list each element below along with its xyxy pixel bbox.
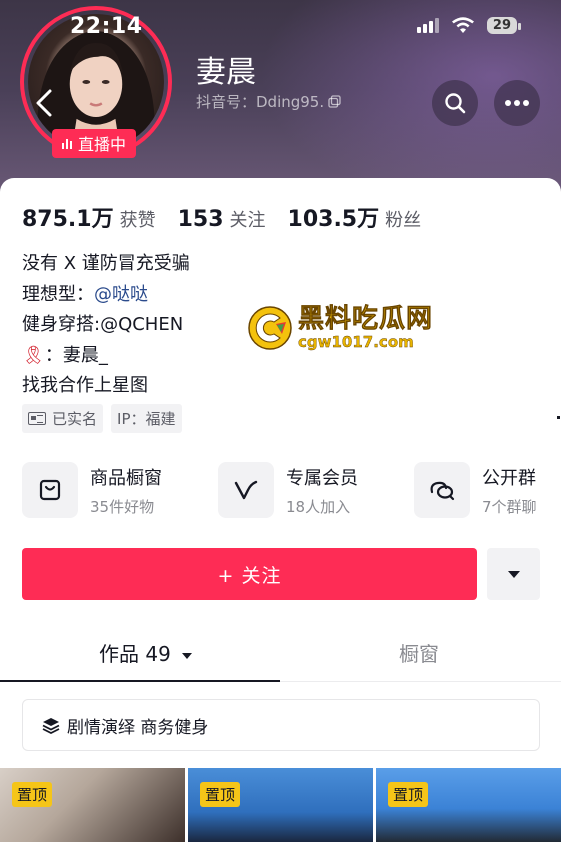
more-dots-icon: [505, 100, 529, 106]
video-thumbnail[interactable]: 置顶: [188, 768, 373, 842]
chat-bubbles-icon: [430, 481, 455, 501]
feature-entries: 商品橱窗 35件好物 专属会员 18人加入 公开群 7个群聊: [22, 462, 561, 518]
live-bars-icon: [62, 137, 72, 149]
douyin-id-text: 抖音号：Dding95.: [196, 93, 325, 111]
tab-works-label: 作品 49: [99, 642, 171, 666]
feature-shop-window[interactable]: 商品橱窗 35件好物: [22, 462, 218, 518]
followers-count[interactable]: 103.5万: [288, 201, 380, 233]
followers-label[interactable]: 粉丝: [385, 206, 421, 232]
active-tab-indicator: [0, 680, 280, 682]
wifi-icon: [451, 17, 474, 33]
following-label[interactable]: 关注: [230, 206, 266, 232]
follow-button[interactable]: + 关注: [22, 548, 477, 600]
follow-options-button[interactable]: [487, 548, 540, 600]
collection-bar[interactable]: 剧情演绎 商务健身: [22, 699, 540, 751]
ip-tag-label: IP：福建: [117, 410, 176, 428]
feature-membership-sub: 18人加入: [286, 497, 351, 516]
live-badge-label: 直播中: [78, 135, 127, 154]
more-button[interactable]: [494, 80, 540, 126]
profile-tags: 已实名 IP：福建: [22, 404, 182, 433]
feature-membership[interactable]: 专属会员 18人加入: [218, 462, 414, 518]
battery-indicator: 29: [486, 16, 522, 34]
status-time: 22:14: [70, 14, 143, 39]
star-map-link[interactable]: 找我合作上星图: [22, 371, 148, 397]
site-watermark: 黑料吃瓜网 cgw1017.com: [246, 304, 433, 352]
edge-dot: [557, 416, 560, 419]
collection-label: 剧情演绎 商务健身: [67, 717, 209, 738]
ip-tag: IP：福建: [111, 404, 182, 433]
profile-name: 妻晨: [196, 55, 256, 90]
stats-row: 875.1万 获赞 153 关注 103.5万 粉丝: [22, 201, 443, 233]
watermark-logo-icon: [248, 306, 292, 350]
bio-line-2: 理想型：@哒哒: [22, 280, 148, 306]
live-badge[interactable]: 直播中: [52, 129, 137, 158]
pinned-badge: 置顶: [12, 782, 53, 807]
following-count[interactable]: 153: [178, 207, 224, 232]
status-bar-right: 29: [416, 16, 522, 34]
video-thumbnail[interactable]: 置顶: [0, 768, 185, 842]
bio-line-3: 健身穿搭:@QCHEN: [22, 314, 184, 335]
shopping-bag-icon: [39, 479, 61, 501]
bio-line-1: 没有 X 谨防冒充受骗: [22, 253, 190, 274]
video-thumbnail[interactable]: 置顶: [376, 768, 561, 842]
content-tabs: 作品 49 橱窗: [0, 630, 561, 682]
verified-tag-label: 已实名: [52, 410, 98, 428]
triangle-down-icon: [507, 570, 520, 578]
feature-shop-title: 商品橱窗: [90, 467, 162, 489]
video-grid: 置顶 置顶 置顶: [0, 768, 561, 842]
feature-public-group[interactable]: 公开群 7个群聊: [414, 462, 561, 518]
tab-works[interactable]: 作品 49: [99, 638, 193, 667]
search-icon: [445, 93, 466, 114]
tab-window[interactable]: 橱窗: [399, 638, 439, 667]
feature-membership-title: 专属会员: [286, 467, 358, 489]
search-button[interactable]: [432, 80, 478, 126]
bio-line-4-text: ：妻晨_: [44, 345, 108, 366]
feature-group-sub: 7个群聊: [482, 497, 537, 516]
id-card-icon: [28, 412, 46, 425]
watermark-title: 黑料吃瓜网: [298, 304, 434, 334]
likes-label[interactable]: 获赞: [120, 206, 156, 232]
bio-line-4: 🎗：妻晨_: [22, 341, 108, 367]
copy-icon: [328, 95, 341, 108]
back-arrow-icon[interactable]: [30, 86, 60, 120]
verified-tag[interactable]: 已实名: [22, 404, 104, 433]
feature-group-title: 公开群: [482, 467, 536, 489]
watermark-url: cgw1017.com: [298, 333, 414, 351]
douyin-id[interactable]: 抖音号：Dding95.: [196, 91, 341, 112]
vip-v-icon: [234, 480, 258, 500]
likes-count[interactable]: 875.1万: [22, 201, 114, 233]
feature-shop-sub: 35件好物: [90, 497, 155, 516]
mention-link-dada[interactable]: @哒哒: [94, 284, 148, 305]
pinned-badge: 置顶: [388, 782, 429, 807]
ribbon-emoji-icon: 🎗: [22, 345, 45, 366]
triangle-down-icon: [182, 652, 193, 659]
bio-line-2-prefix: 理想型：: [22, 284, 94, 305]
signal-icon: [416, 17, 439, 33]
layers-icon: [42, 718, 60, 734]
pinned-badge: 置顶: [200, 782, 241, 807]
